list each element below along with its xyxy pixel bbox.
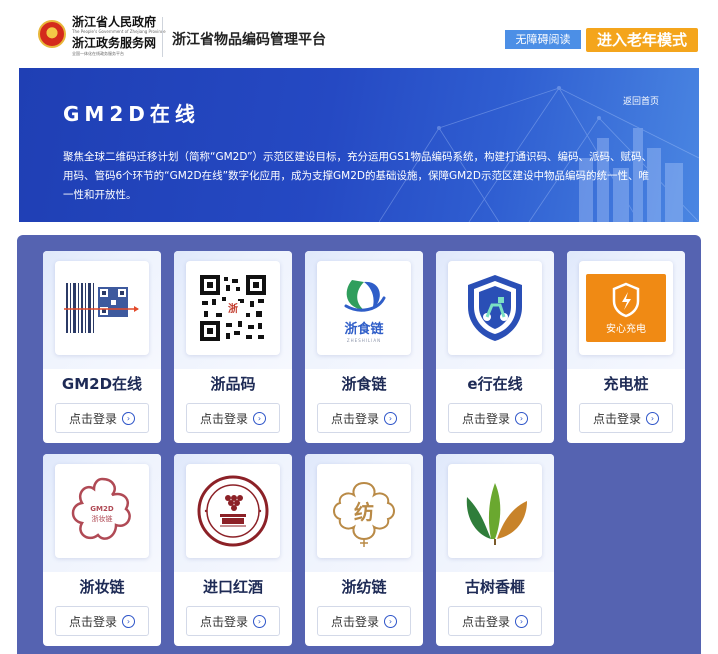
app-title: 浙妆链: [79, 578, 125, 596]
login-button-label: 点击登录: [199, 411, 248, 426]
gov-name: 浙江省人民政府: [72, 15, 157, 29]
app-title: 古树香榧: [464, 578, 525, 596]
chevron-right-icon: ›: [646, 411, 659, 425]
gov-service-subtitle: 全国一体化在线政务服务平台: [72, 51, 124, 56]
login-button[interactable]: 点击登录 ›: [186, 403, 280, 433]
app-card-wine[interactable]: 进口红酒 点击登录 ›: [174, 454, 292, 646]
logo-text: 浙食链: [344, 321, 384, 337]
shield-scooter-icon: [448, 261, 542, 355]
login-button-label: 点击登录: [592, 411, 641, 426]
banner-description: 聚焦全球二维码迁移计划（简称“GM2D”）示范区建设目标，充分运用GS1物品编码…: [63, 151, 653, 201]
hero-banner: GM2D在线 返回首页 聚焦全球二维码迁移计划（简称“GM2D”）示范区建设目标…: [19, 68, 699, 222]
login-button[interactable]: 点击登录 ›: [448, 606, 542, 636]
login-button-label: 点击登录: [199, 614, 248, 629]
login-button-label: 点击登录: [330, 411, 379, 426]
login-button-label: 点击登录: [461, 411, 510, 426]
app-card-charging[interactable]: 安心充电 充电桩 点击登录 ›: [567, 251, 685, 443]
accessible-reading-button[interactable]: 无障碍阅读: [505, 30, 581, 49]
app-card-exing[interactable]: e行在线 点击登录 ›: [436, 251, 554, 443]
chevron-right-icon: ›: [253, 411, 266, 425]
gov-service-name: 浙江政务服务网: [72, 36, 157, 50]
chevron-right-icon: ›: [515, 614, 528, 628]
chevron-right-icon: ›: [122, 614, 135, 628]
app-title: 进口红酒: [202, 578, 263, 596]
zhe-zhuang-lian-logo: GM2D 浙妆链: [55, 464, 149, 558]
site-header: 浙江省人民政府 The People's Government of Zheji…: [0, 0, 718, 68]
barcode-qr-icon: [55, 261, 149, 355]
app-title: 浙纺链: [341, 578, 387, 596]
logo-subtext: 浙妆链: [92, 514, 113, 523]
login-button-label: 点击登录: [68, 614, 117, 629]
chevron-right-icon: ›: [384, 411, 397, 425]
logo-text: GM2D: [90, 505, 114, 513]
wine-seal-icon: [186, 464, 280, 558]
app-card-zhepinma[interactable]: 浙 浙品码 点击登录 ›: [174, 251, 292, 443]
app-title: 充电桩: [603, 375, 649, 393]
app-title: 浙食链: [341, 375, 387, 393]
leaves-logo-icon: [448, 464, 542, 558]
qr-code-icon: 浙: [186, 261, 280, 355]
logo-subtext: ZHESHILIAN: [347, 338, 381, 343]
logo-text: 安心充电: [606, 322, 646, 335]
login-button[interactable]: 点击登录 ›: [579, 403, 673, 433]
charging-shield-icon: 安心充电: [579, 261, 673, 355]
svg-text:浙: 浙: [228, 302, 238, 315]
fang-flower-icon: 纺: [317, 464, 411, 558]
header-divider: [162, 17, 163, 57]
app-grid-panel: GM2D在线 点击登录 › 浙 浙品码 点击登录 › 浙食链 ZHESHILIA…: [17, 235, 701, 654]
login-button[interactable]: 点击登录 ›: [317, 403, 411, 433]
zhe-shi-lian-logo: 浙食链 ZHESHILIAN: [317, 261, 411, 355]
login-button-label: 点击登录: [330, 614, 379, 629]
banner-title: GM2D在线: [63, 102, 200, 126]
back-home-link[interactable]: 返回首页: [623, 94, 659, 107]
app-card-zhezhuanglian[interactable]: GM2D 浙妆链 浙妆链 点击登录 ›: [43, 454, 161, 646]
app-title: e行在线: [467, 375, 523, 393]
login-button[interactable]: 点击登录 ›: [317, 606, 411, 636]
logo-text: 纺: [354, 500, 374, 524]
app-card-gushuxiangfei[interactable]: 古树香榧 点击登录 ›: [436, 454, 554, 646]
national-emblem-icon: [38, 20, 66, 48]
app-card-zheshilian[interactable]: 浙食链 ZHESHILIAN 浙食链 点击登录 ›: [305, 251, 423, 443]
login-button[interactable]: 点击登录 ›: [186, 606, 280, 636]
login-button[interactable]: 点击登录 ›: [448, 403, 542, 433]
login-button[interactable]: 点击登录 ›: [55, 606, 149, 636]
app-title: GM2D在线: [61, 375, 143, 393]
chevron-right-icon: ›: [122, 411, 135, 425]
app-card-gm2d[interactable]: GM2D在线 点击登录 ›: [43, 251, 161, 443]
login-button-label: 点击登录: [68, 411, 117, 426]
login-button-label: 点击登录: [461, 614, 510, 629]
chevron-right-icon: ›: [515, 411, 528, 425]
chevron-right-icon: ›: [253, 614, 266, 628]
login-button[interactable]: 点击登录 ›: [55, 403, 149, 433]
chevron-right-icon: ›: [384, 614, 397, 628]
app-title: 浙品码: [210, 375, 256, 393]
elder-mode-button[interactable]: 进入老年模式: [586, 28, 698, 52]
app-card-zhefanglian[interactable]: 纺 浙纺链 点击登录 ›: [305, 454, 423, 646]
gov-english-name: The People's Government of Zhejiang Prov…: [72, 29, 166, 34]
platform-title: 浙江省物品编码管理平台: [172, 32, 326, 48]
